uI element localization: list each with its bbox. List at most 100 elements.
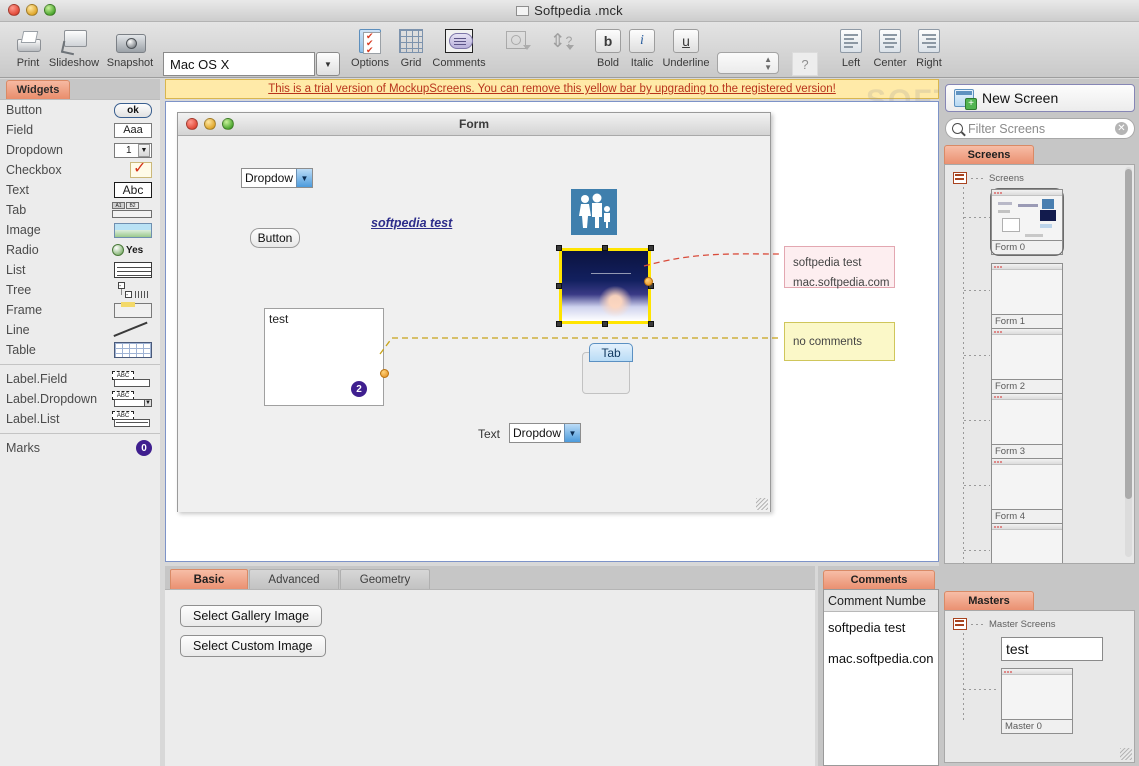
- chevron-down-icon[interactable]: ▼: [296, 169, 312, 187]
- document-icon: [516, 6, 529, 16]
- search-icon: [952, 123, 963, 134]
- mockup-close-button[interactable]: [186, 118, 198, 130]
- resize-handle-n[interactable]: [602, 245, 608, 251]
- font-size-stepper[interactable]: ▲▼: [717, 52, 779, 74]
- resize-handle-ne[interactable]: [648, 245, 654, 251]
- master-thumb-master-0[interactable]: Master 0: [1001, 668, 1073, 734]
- widget-item-line[interactable]: Line: [0, 320, 160, 340]
- widget-item-marks[interactable]: Marks 0: [0, 438, 160, 458]
- tab-screens[interactable]: Screens: [944, 145, 1034, 164]
- tab-comments[interactable]: Comments: [823, 570, 935, 589]
- screen-thumb-form-3[interactable]: Form 3: [991, 393, 1063, 459]
- trial-banner[interactable]: This is a trial version of MockupScreens…: [165, 79, 939, 99]
- master-name-input[interactable]: test: [1001, 637, 1103, 661]
- toolbar-align-right-button[interactable]: Right: [910, 26, 948, 76]
- chevron-down-icon[interactable]: ▼: [564, 424, 580, 442]
- screen-thumb-form-5[interactable]: [991, 523, 1063, 564]
- mockup-window-controls[interactable]: [186, 118, 234, 130]
- stepper-arrows-icon: ▲▼: [764, 56, 772, 72]
- resize-handle-nw[interactable]: [556, 245, 562, 251]
- widget-item-label: Tree: [6, 283, 31, 297]
- line-widget-icon: [112, 322, 152, 338]
- screen-thumb-form-1[interactable]: Form 1: [991, 263, 1063, 329]
- widget-item-label-list[interactable]: Label.List ABC: [0, 409, 160, 429]
- mockup-form-resize-grip[interactable]: [756, 498, 768, 510]
- comments-list[interactable]: Comment Numbe softpedia test mac.softped…: [823, 589, 939, 766]
- new-screen-button[interactable]: + New Screen: [945, 84, 1135, 112]
- widget-item-checkbox[interactable]: Checkbox: [0, 160, 160, 180]
- widget-item-image[interactable]: Image: [0, 220, 160, 240]
- resize-handle-se[interactable]: [648, 321, 654, 327]
- widget-item-label-field[interactable]: Label.Field ABC: [0, 369, 160, 389]
- mockup-link-text[interactable]: softpedia test: [371, 216, 452, 230]
- widget-item-frame[interactable]: Frame: [0, 300, 160, 320]
- widget-item-radio[interactable]: Radio Yes: [0, 240, 160, 260]
- mockup-image-widget-selected[interactable]: [559, 248, 651, 324]
- comments-row[interactable]: mac.softpedia.con: [824, 643, 938, 674]
- mockup-minimize-button[interactable]: [204, 118, 216, 130]
- tab-basic[interactable]: Basic: [170, 569, 248, 589]
- comments-row[interactable]: softpedia test: [824, 612, 938, 643]
- widget-item-tree[interactable]: Tree - -: [0, 280, 160, 300]
- select-custom-image-button[interactable]: Select Custom Image: [180, 635, 326, 657]
- screen-thumb-form-2[interactable]: Form 2: [991, 328, 1063, 394]
- theme-select-input[interactable]: Mac OS X: [163, 52, 315, 76]
- comment-callout-pink[interactable]: softpedia test mac.softpedia.com: [784, 246, 895, 288]
- toolbar-align-left-button[interactable]: Left: [832, 26, 870, 76]
- widget-item-tab[interactable]: Tab A1B2: [0, 200, 160, 220]
- toolbar-grid-button[interactable]: Grid: [389, 26, 433, 76]
- select-gallery-image-button[interactable]: Select Gallery Image: [180, 605, 322, 627]
- toolbar-italic-button[interactable]: i Italic: [626, 26, 658, 76]
- screen-thumb-form-4[interactable]: Form 4: [991, 458, 1063, 524]
- toolbar-align-center-button[interactable]: Center: [870, 26, 910, 76]
- toolbar-snapshot-button[interactable]: Snapshot: [102, 26, 158, 76]
- mockup-button[interactable]: Button: [250, 228, 300, 248]
- widget-item-text[interactable]: Text Abc: [0, 180, 160, 200]
- field-widget-icon: Aaa: [112, 122, 152, 138]
- masters-resize-grip[interactable]: [1120, 748, 1132, 760]
- resize-handle-w[interactable]: [556, 283, 562, 289]
- widget-item-field[interactable]: Field Aaa: [0, 120, 160, 140]
- toolbar-comments-button[interactable]: Comments: [428, 26, 490, 76]
- comment-mark-badge[interactable]: 2: [351, 381, 367, 397]
- comment-anchor-dot-frame[interactable]: [380, 369, 389, 378]
- help-button[interactable]: ?: [792, 52, 818, 76]
- image-widget-icon: [112, 222, 152, 238]
- resize-handle-sw[interactable]: [556, 321, 562, 327]
- screens-tree[interactable]: Screens Form 0 Form 1: [944, 164, 1135, 564]
- widget-item-list[interactable]: List: [0, 260, 160, 280]
- mockup-form-body[interactable]: Dropdow ▼ softpedia test Button: [178, 137, 770, 512]
- comment-anchor-dot-image[interactable]: [644, 277, 653, 286]
- resize-handle-s[interactable]: [602, 321, 608, 327]
- comment-callout-yellow[interactable]: no comments: [784, 322, 895, 361]
- chevron-down-icon[interactable]: ▼: [316, 52, 340, 76]
- masters-tabrow: Masters: [939, 591, 1139, 611]
- screens-scrollbar-thumb[interactable]: [1125, 169, 1132, 499]
- widget-item-button[interactable]: Button ok: [0, 100, 160, 120]
- tab-widgets[interactable]: Widgets: [6, 80, 70, 99]
- help-label: ?: [801, 57, 808, 72]
- widget-item-dropdown[interactable]: Dropdown 1▼: [0, 140, 160, 160]
- screens-scrollbar[interactable]: [1125, 167, 1132, 557]
- family-image-widget[interactable]: [571, 189, 617, 235]
- tab-advanced[interactable]: Advanced: [249, 569, 339, 589]
- mockup-dropdown-bottom[interactable]: Dropdow ▼: [509, 423, 581, 443]
- toolbar-transform-button[interactable]: [497, 26, 537, 76]
- toolbar-slideshow-button[interactable]: Slideshow: [46, 26, 102, 76]
- tree-branch-line: [964, 355, 990, 356]
- tab-masters[interactable]: Masters: [944, 591, 1034, 610]
- mockup-zoom-button[interactable]: [222, 118, 234, 130]
- mockup-dropdown-top[interactable]: Dropdow ▼: [241, 168, 313, 188]
- widget-item-label-dropdown[interactable]: Label.Dropdown ABC ▼: [0, 389, 160, 409]
- clear-icon[interactable]: ✕: [1115, 122, 1128, 135]
- screen-thumb-form-0[interactable]: Form 0: [991, 189, 1063, 255]
- mockup-form-window[interactable]: Form Dropdow ▼ softpedia test Button: [177, 112, 771, 512]
- toolbar-bold-button[interactable]: b Bold: [592, 26, 624, 76]
- filter-screens-input[interactable]: Filter Screens ✕: [945, 118, 1135, 139]
- tab-geometry[interactable]: Geometry: [340, 569, 430, 589]
- toolbar-order-button[interactable]: ⇕?: [541, 26, 581, 76]
- widget-item-table[interactable]: Table: [0, 340, 160, 360]
- masters-tree[interactable]: Master Screens test Master 0: [944, 610, 1135, 763]
- toolbar-underline-button[interactable]: u Underline: [660, 26, 712, 76]
- mockup-tab-widget[interactable]: Tab: [589, 343, 633, 362]
